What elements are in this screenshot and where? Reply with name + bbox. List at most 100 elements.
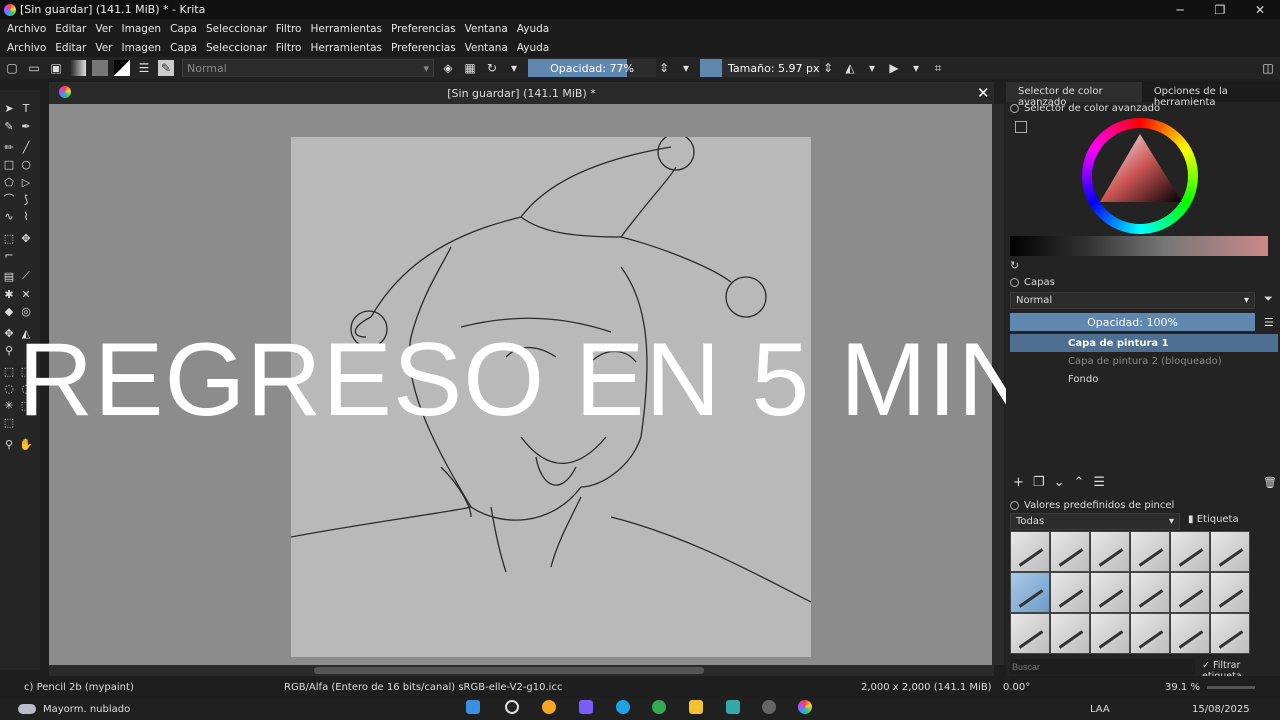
save-icon[interactable]: ▣	[48, 60, 64, 76]
menu-seleccionar[interactable]: Seleccionar	[206, 42, 267, 54]
menu-preferencias[interactable]: Preferencias	[391, 42, 456, 54]
opacity-slider[interactable]: Opacidad: 77%	[528, 59, 656, 77]
tool-icon[interactable]: ✥	[19, 231, 33, 245]
brush-preset[interactable]	[1130, 572, 1170, 613]
new-file-icon[interactable]: ▢	[4, 60, 20, 76]
tool-icon[interactable]: ✱	[2, 287, 16, 301]
tool-icon[interactable]: ⬚	[2, 415, 16, 429]
menu-editar[interactable]: Editar	[55, 23, 86, 35]
menu-filtro[interactable]: Filtro	[276, 42, 302, 54]
search-icon[interactable]	[505, 700, 519, 714]
brush-preset[interactable]	[1170, 572, 1210, 613]
brush-preset[interactable]	[1210, 613, 1250, 654]
language-indicator[interactable]: LAA	[1090, 704, 1110, 715]
tool-icon[interactable]: ⬚	[2, 364, 16, 378]
brush-preset[interactable]	[1090, 531, 1130, 572]
tab-tool-options[interactable]: Opciones de la herramienta	[1142, 82, 1280, 108]
delete-layer-icon[interactable]: 🗑	[1263, 476, 1277, 489]
tool-icon[interactable]: ▷	[19, 175, 33, 189]
color-history-strip[interactable]	[1010, 236, 1268, 256]
menu-imagen[interactable]: Imagen	[122, 23, 162, 35]
brush-preset[interactable]	[1050, 531, 1090, 572]
menu-ayuda[interactable]: Ayuda	[517, 42, 549, 54]
app-icon[interactable]	[579, 700, 593, 714]
tool-icon[interactable]: ◎	[19, 304, 33, 318]
layer-row[interactable]: Fondo	[1010, 370, 1278, 388]
tool-icon[interactable]: ✳	[2, 398, 16, 412]
spin-icon[interactable]: ⇕	[656, 60, 672, 76]
tool-icon[interactable]: ⬠	[2, 175, 16, 189]
tool-icon[interactable]: ✏	[2, 140, 16, 154]
tab-color-selector[interactable]: Selector de color avanzado	[1006, 82, 1142, 108]
scrollbar-thumb[interactable]	[314, 667, 704, 674]
pattern-icon[interactable]	[92, 60, 108, 76]
eraser-icon[interactable]: ◈	[440, 60, 456, 76]
menu-filtro[interactable]: Filtro	[276, 23, 302, 35]
color-settings-icon[interactable]	[1015, 121, 1027, 133]
layer-opacity-slider[interactable]: Opacidad: 100%	[1010, 313, 1255, 331]
tool-icon[interactable]: ⚲	[2, 343, 16, 357]
filter-icon[interactable]: ⏷	[1264, 292, 1273, 306]
maximize-button[interactable]: ❐	[1200, 0, 1240, 19]
layer-properties-icon[interactable]: ☰	[1093, 475, 1105, 490]
brush-preset[interactable]	[1130, 613, 1170, 654]
mirror-horizontal-icon[interactable]: ◭	[842, 60, 858, 76]
fg-bg-color-icon[interactable]	[114, 60, 130, 76]
tool-icon[interactable]: T	[19, 101, 33, 115]
color-wheel[interactable]	[1082, 118, 1198, 234]
tool-icon[interactable]: ✒	[19, 119, 33, 133]
preset-filter-select[interactable]: Todas ▾	[1010, 513, 1180, 530]
zoom-slider[interactable]	[1207, 686, 1255, 689]
tool-icon[interactable]: ◌	[2, 381, 16, 395]
tool-icon[interactable]: ⌒	[2, 192, 16, 206]
chevron-down-icon[interactable]: ▾	[908, 60, 924, 76]
close-window-button[interactable]: ✕	[1240, 0, 1280, 19]
app-icon[interactable]	[542, 700, 556, 714]
menu-capa[interactable]: Capa	[170, 23, 197, 35]
menu-capa[interactable]: Capa	[170, 42, 197, 54]
tool-icon[interactable]: ✋	[19, 437, 33, 451]
tool-icon[interactable]: ⚲	[2, 437, 16, 451]
gradient-icon[interactable]	[70, 60, 86, 76]
chevron-down-icon[interactable]: ▾	[864, 60, 880, 76]
brush-preset[interactable]	[1010, 531, 1050, 572]
reload-preset-icon[interactable]: ↻	[484, 60, 500, 76]
tool-icon[interactable]: ✎	[2, 119, 16, 133]
blend-mode-select[interactable]: Normal ▾	[182, 59, 434, 77]
krita-taskbar-icon[interactable]	[798, 700, 812, 714]
tool-icon[interactable]: ▤	[2, 269, 16, 283]
tool-icon[interactable]: ✥	[2, 326, 16, 340]
tool-icon[interactable]: ╱	[19, 140, 33, 154]
brush-preset-icon[interactable]: ✎	[158, 60, 174, 76]
horizontal-scrollbar[interactable]	[49, 665, 994, 676]
preset-search-input[interactable]	[1010, 659, 1195, 674]
brush-preset[interactable]	[1210, 531, 1250, 572]
chevron-down-icon[interactable]: ▾	[678, 60, 694, 76]
open-file-icon[interactable]: ▭	[26, 60, 42, 76]
brush-preset[interactable]	[1050, 613, 1090, 654]
menu-icon[interactable]: ☰	[1264, 316, 1274, 329]
brush-preset[interactable]	[1090, 572, 1130, 613]
brush-preset[interactable]	[1090, 613, 1130, 654]
brush-preset[interactable]	[1010, 613, 1050, 654]
minimize-button[interactable]: ─	[1160, 0, 1200, 19]
brush-preset[interactable]	[1170, 613, 1210, 654]
brush-preset[interactable]	[1050, 572, 1090, 613]
app-icon[interactable]	[762, 700, 776, 714]
tool-icon[interactable]: ⟋	[19, 269, 33, 283]
color-triangle[interactable]	[1082, 118, 1198, 234]
menu-herramientas[interactable]: Herramientas	[310, 42, 382, 54]
add-layer-icon[interactable]: +	[1013, 475, 1024, 490]
document-tab[interactable]: [Sin guardar] (141.1 MiB) *	[49, 82, 994, 104]
menu-archivo[interactable]: Archivo	[7, 23, 46, 35]
brush-preset[interactable]	[1170, 531, 1210, 572]
brush-preset-selected[interactable]	[1010, 572, 1050, 613]
layer-row[interactable]: Capa de pintura 1	[1010, 334, 1278, 352]
refresh-icon[interactable]: ↻	[1010, 259, 1019, 272]
menu-ver[interactable]: Ver	[95, 23, 112, 35]
menu-ver[interactable]: Ver	[95, 42, 112, 54]
tool-icon[interactable]: ✕	[19, 287, 33, 301]
menu-archivo[interactable]: Archivo	[7, 42, 46, 54]
tool-icon[interactable]: ⟆	[19, 192, 33, 206]
move-down-icon[interactable]: ⌄	[1054, 475, 1065, 490]
